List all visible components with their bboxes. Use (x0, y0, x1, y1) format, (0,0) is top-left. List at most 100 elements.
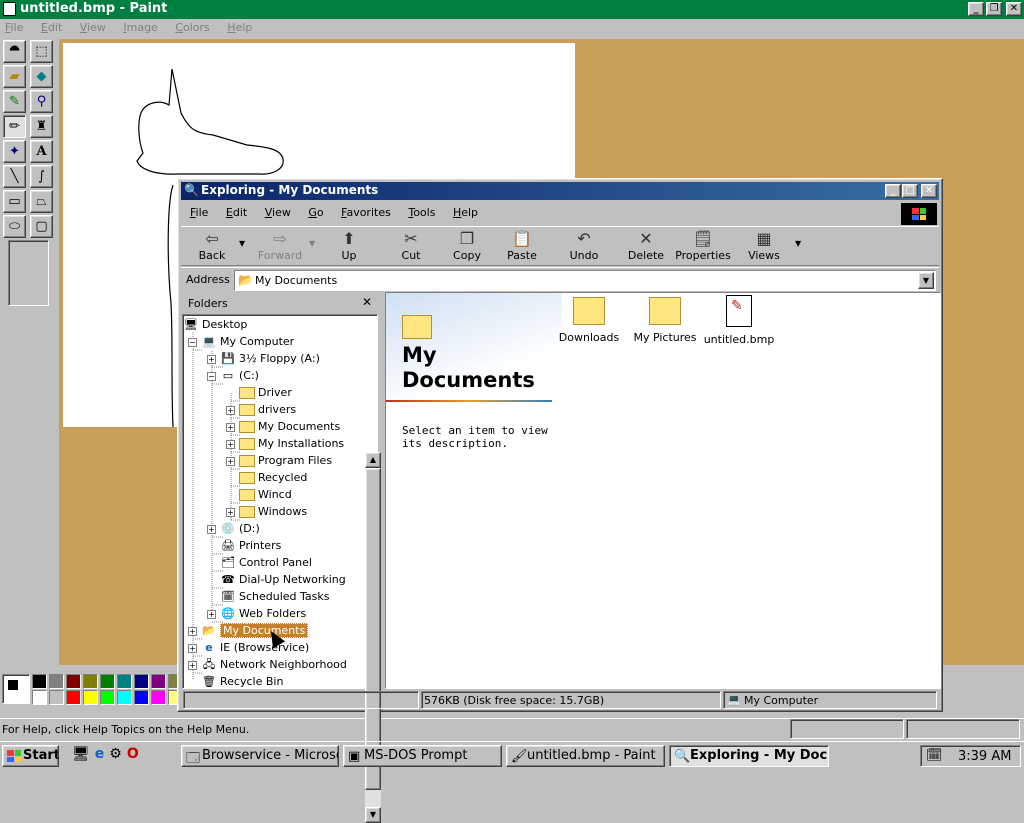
tree-floppy[interactable]: 💾 3½ Floppy (A:) (220, 350, 320, 367)
clock[interactable]: 3:39 AM (958, 749, 1011, 764)
expand-folder-icon[interactable]: + (226, 440, 235, 449)
file-downloads[interactable]: Downloads (551, 297, 627, 344)
explorer-title-bar[interactable]: 🔍 Exploring - My Documents _ □ ✕ (181, 182, 939, 200)
menu-tools[interactable]: Tools (408, 206, 435, 219)
tree-folder-item[interactable]: Windows (239, 503, 307, 520)
menu-go[interactable]: Go (308, 206, 323, 219)
magnifier-icon[interactable]: ⚲ (30, 90, 53, 113)
folders-close-icon[interactable]: ✕ (362, 295, 372, 309)
desktop-shortcut-icon[interactable]: 🖥 (72, 746, 90, 762)
rect-select-icon[interactable]: ⬚ (30, 40, 53, 63)
tree-folder-item[interactable]: Program Files (239, 452, 332, 469)
scroll-up-button[interactable]: ▲ (365, 452, 381, 468)
views-dropdown-icon[interactable]: ▼ (795, 239, 801, 248)
task-explorer[interactable]: 🔍 Exploring - My Docu... (669, 745, 829, 767)
tree-folder-item[interactable]: Recycled (239, 469, 307, 486)
opera-shortcut-icon[interactable]: O (127, 746, 139, 762)
up-button[interactable]: ⬆ Up (324, 229, 374, 265)
paint-restore-button[interactable]: ❐ (986, 2, 1002, 16)
tree-folder-item[interactable]: My Documents (239, 418, 340, 435)
palette-swatch[interactable] (32, 674, 47, 689)
expand-my-documents-icon[interactable]: + (188, 627, 197, 636)
address-dropdown-button[interactable]: ▼ (918, 272, 934, 289)
back-dropdown-icon[interactable]: ▼ (239, 239, 245, 248)
channels-shortcut-icon[interactable]: ⚙ (109, 746, 122, 762)
start-button[interactable]: Start (2, 745, 59, 767)
explorer-minimize-button[interactable]: _ (885, 184, 901, 198)
rounded-rect-tool-icon[interactable]: ▢ (30, 215, 53, 238)
menu-favorites[interactable]: Favorites (341, 206, 391, 219)
ellipse-tool-icon[interactable]: ⬭ (3, 215, 26, 238)
tree-scheduled-tasks[interactable]: 🗓 Scheduled Tasks (220, 588, 329, 605)
tree-my-computer[interactable]: 💻 My Computer (201, 333, 294, 350)
tree-printers[interactable]: 🖨 Printers (220, 537, 281, 554)
brush-icon[interactable]: ♜ (30, 115, 53, 138)
palette-swatch[interactable] (49, 690, 64, 705)
tree-d-drive[interactable]: 💿 (D:) (220, 520, 260, 537)
rectangle-tool-icon[interactable]: ▭ (3, 190, 26, 213)
task-ms-dos[interactable]: ▣ MS-DOS Prompt (343, 745, 502, 767)
palette-swatch[interactable] (134, 674, 149, 689)
pencil-icon[interactable]: ✏ (3, 115, 26, 138)
expand-folder-icon[interactable]: + (226, 508, 235, 517)
tree-web-folders[interactable]: 🌐 Web Folders (220, 605, 306, 622)
menu-edit[interactable]: Edit (226, 206, 247, 219)
explorer-maximize-button[interactable]: □ (902, 184, 918, 198)
views-button[interactable]: ▦ Views (739, 229, 789, 265)
menu-file[interactable]: File (190, 206, 208, 219)
expand-floppy-icon[interactable]: + (207, 355, 216, 364)
tree-folder-item[interactable]: My Installations (239, 435, 344, 452)
expand-network-icon[interactable]: + (188, 661, 197, 670)
undo-button[interactable]: ↶ Undo (559, 229, 609, 265)
tree-folder-item[interactable]: drivers (239, 401, 296, 418)
tree-network[interactable]: 🖧 Network Neighborhood (201, 656, 347, 673)
curve-tool-icon[interactable]: ∫ (30, 165, 53, 188)
palette-swatch[interactable] (134, 690, 149, 705)
paint-menu-edit[interactable]: Edit (41, 21, 62, 34)
tree-recycle-bin[interactable]: 🗑 Recycle Bin (201, 673, 283, 690)
tree-dialup[interactable]: ☎ Dial-Up Networking (220, 571, 346, 588)
eraser-icon[interactable]: ▰ (3, 65, 26, 88)
paint-title-bar[interactable]: untitled.bmp - Paint _ ❐ ✕ (0, 0, 1024, 19)
palette-swatch[interactable] (100, 674, 115, 689)
paste-button[interactable]: 📋 Paste (497, 229, 547, 265)
paint-menu-view[interactable]: View (80, 21, 106, 34)
expand-d-drive-icon[interactable]: + (207, 525, 216, 534)
paint-minimize-button[interactable]: _ (968, 2, 984, 16)
expand-ie-icon[interactable]: + (188, 644, 197, 653)
copy-button[interactable]: ❐ Copy (442, 229, 492, 265)
tray-scheduler-icon[interactable]: 🗓 (926, 748, 943, 763)
polygon-tool-icon[interactable]: ⏢ (30, 190, 53, 213)
forward-dropdown-icon[interactable]: ▼ (309, 239, 315, 248)
current-colors[interactable] (2, 674, 30, 704)
tree-desktop[interactable]: 🖥 Desktop (183, 316, 247, 333)
palette-swatch[interactable] (117, 690, 132, 705)
collapse-c-drive-icon[interactable]: − (207, 372, 216, 381)
palette-swatch[interactable] (66, 690, 81, 705)
palette-swatch[interactable] (151, 690, 166, 705)
file-untitled-bmp[interactable]: ✎ untitled.bmp (701, 295, 777, 346)
paint-menu-image[interactable]: Image (123, 21, 157, 34)
tool-options-box[interactable] (8, 240, 49, 306)
palette-swatch[interactable] (117, 674, 132, 689)
properties-button[interactable]: 🗒 Properties (673, 229, 733, 265)
tree-ie[interactable]: e IE (Browservice) (201, 639, 309, 656)
expand-web-folders-icon[interactable]: + (207, 610, 216, 619)
tree-control-panel[interactable]: 🗂 Control Panel (220, 554, 312, 571)
paint-menu-help[interactable]: Help (227, 21, 252, 34)
paint-menu-file[interactable]: File (5, 21, 23, 34)
file-my-pictures[interactable]: My Pictures (627, 297, 703, 344)
expand-folder-icon[interactable]: + (226, 423, 235, 432)
line-tool-icon[interactable]: ╲ (3, 165, 26, 188)
expand-folder-icon[interactable]: + (226, 406, 235, 415)
folder-content-pane[interactable]: My Documents Select an item to view its … (385, 292, 941, 689)
paint-menu-colors[interactable]: Colors (175, 21, 209, 34)
tree-folder-item[interactable]: Driver (239, 384, 292, 401)
explorer-close-button[interactable]: ✕ (921, 184, 937, 198)
fill-bucket-icon[interactable]: ◆ (30, 65, 53, 88)
palette-swatch[interactable] (32, 690, 47, 705)
text-tool-icon[interactable]: A (30, 140, 53, 163)
menu-view[interactable]: View (265, 206, 291, 219)
palette-swatch[interactable] (66, 674, 81, 689)
airbrush-icon[interactable]: ✦ (3, 140, 26, 163)
